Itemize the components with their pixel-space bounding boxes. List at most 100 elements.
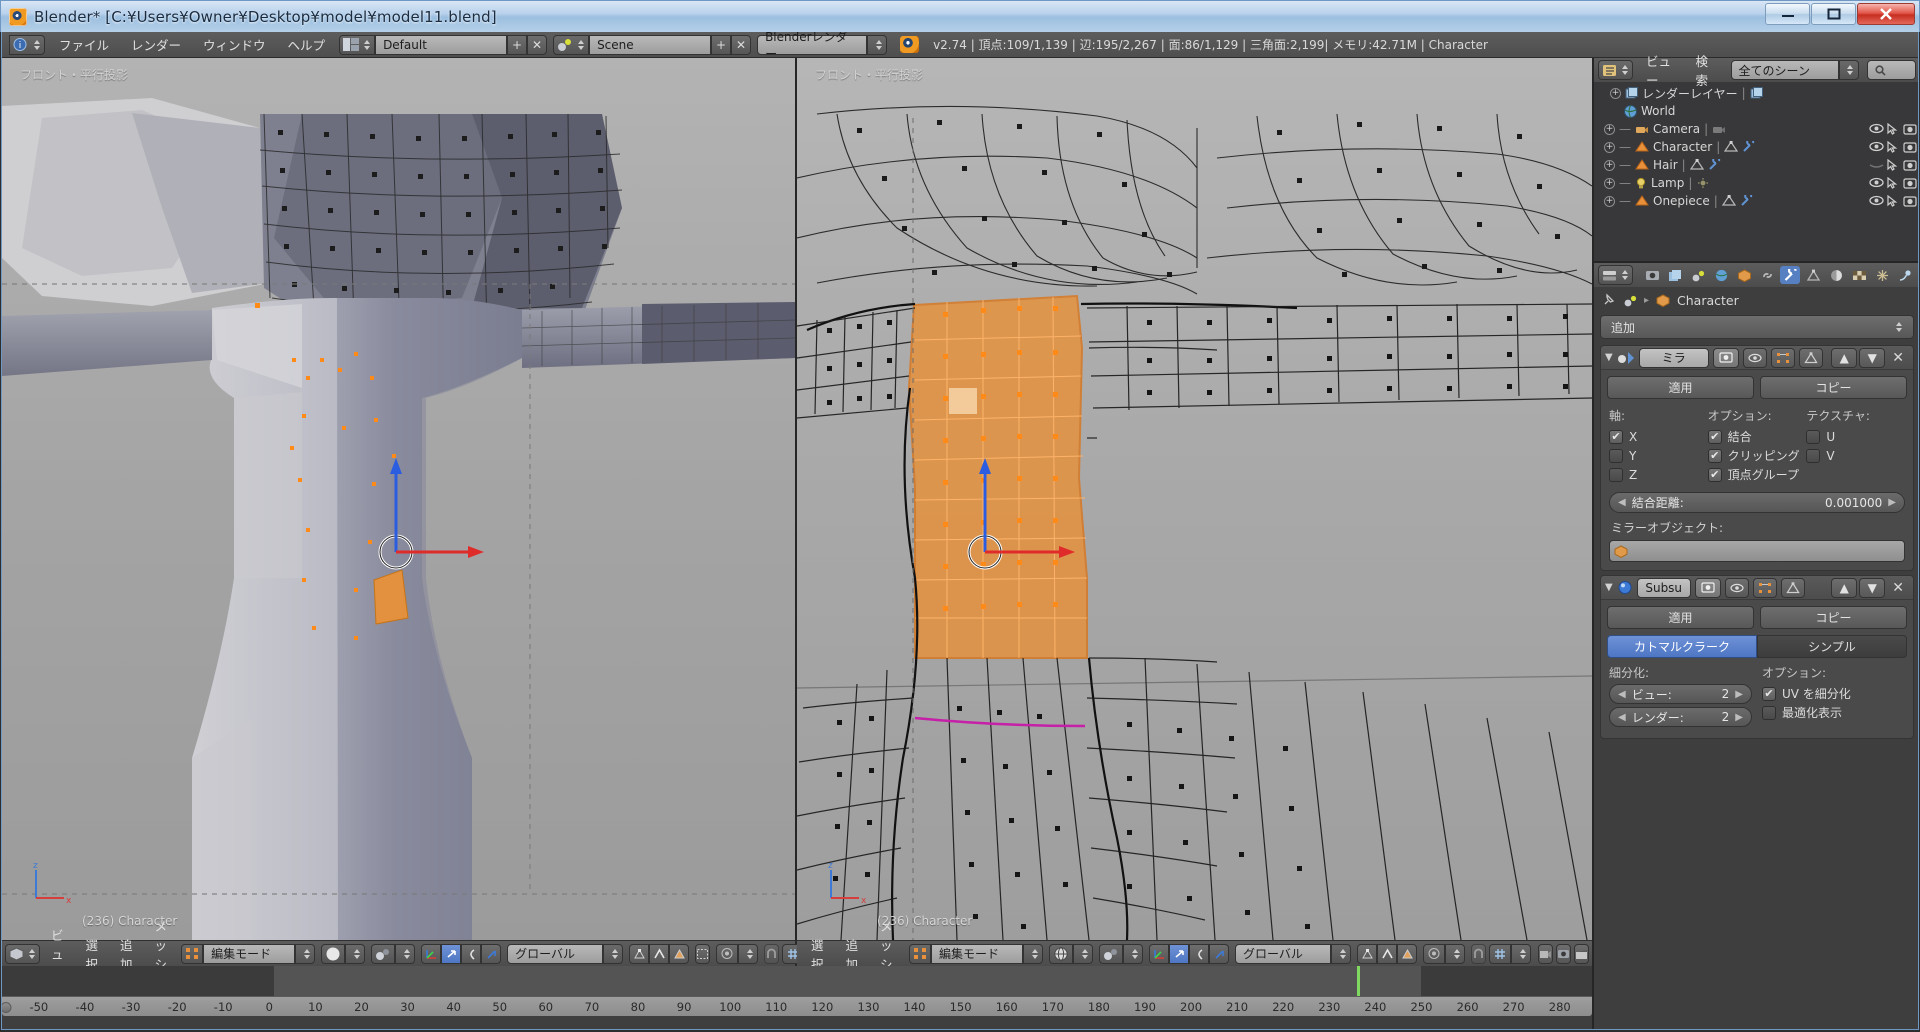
vp-left-mode-field[interactable]: 編集モード [203,943,296,964]
outliner-row-lamp[interactable]: + — Lamp | [1594,174,1918,192]
subsurf-editmode-toggle-icon[interactable] [1752,577,1777,598]
manipulator-toggle-icon[interactable] [421,943,442,964]
vp-left-proportional-group[interactable] [716,943,759,964]
mirror-texture-u[interactable]: U [1806,427,1905,446]
vp-left-orientation-chevron[interactable] [603,943,624,964]
mirror-copy-button[interactable]: コピー [1760,376,1907,399]
timeline-scrollbar-knob[interactable] [2,1002,12,1013]
timeline-playhead[interactable] [1356,966,1360,996]
checkbox-icon[interactable]: ✔ [1609,429,1623,444]
vp-right-mode-chevron[interactable] [1023,943,1043,964]
menu-file[interactable]: ファイル [48,33,120,56]
checkbox-icon[interactable] [1609,448,1623,463]
vp-left-shading-chevron[interactable] [345,943,366,964]
mirror-apply-button[interactable]: 適用 [1607,376,1754,399]
outliner-row-camera[interactable]: + — Camera | [1594,120,1918,138]
outliner-display-mode-field[interactable]: 全てのシーン [1730,60,1839,80]
subsurf-delete-icon[interactable]: ✕ [1887,580,1909,596]
checkbox-icon[interactable] [1762,705,1776,720]
proportional-edit-icon[interactable] [716,943,739,964]
mirror-move-up-button[interactable]: ▲ [1831,347,1858,368]
wireframe-shading-icon[interactable] [1049,943,1073,964]
add-modifier-dropdown[interactable]: 追加 [1600,315,1914,339]
pivot-icon[interactable] [371,943,396,964]
mirror-render-toggle-icon[interactable] [1712,347,1739,368]
tab-object-data[interactable] [1803,266,1823,284]
decrement-arrow-icon[interactable]: ◀ [1618,497,1626,508]
tab-material[interactable] [1826,266,1846,284]
rotate-manipulator-icon[interactable] [461,943,482,964]
renderability-camera-icon[interactable] [1903,141,1918,153]
proportional-edit-icon-right[interactable] [1423,943,1445,964]
add-screen-layout-button[interactable]: + [507,34,528,55]
visibility-eye-icon[interactable] [1869,159,1886,171]
editor-type-3dview-icon-left[interactable] [5,943,40,964]
checkbox-icon[interactable]: ✔ [1762,686,1776,701]
decrement-arrow-icon[interactable]: ◀ [1618,689,1626,700]
mirror-option-vertexgroup[interactable]: ✔ 頂点グループ [1707,465,1807,484]
outliner-editor-type-icon[interactable] [1598,60,1633,80]
renderability-camera-icon[interactable] [1903,195,1918,207]
checkbox-icon[interactable] [1806,429,1821,444]
scale-manipulator-icon-right[interactable] [1209,943,1229,964]
editor-type-selector[interactable]: i [9,34,45,55]
visibility-eye-icon[interactable] [1869,195,1886,207]
close-button[interactable] [1857,3,1915,25]
delete-screen-layout-button[interactable]: ✕ [527,34,548,55]
translate-manipulator-icon[interactable] [441,943,462,964]
outliner-row-world[interactable]: World [1594,102,1918,120]
visibility-eye-icon[interactable] [1869,177,1886,189]
scene-icon[interactable] [553,34,590,55]
scene-field[interactable]: Scene [589,34,712,55]
vp-right-proportional-group[interactable] [1423,943,1465,964]
outliner-row-hair[interactable]: + — Hair | [1594,156,1918,174]
increment-arrow-icon[interactable]: ▶ [1735,689,1743,700]
mirror-oncage-toggle-icon[interactable] [1798,347,1823,368]
edge-select-mode-icon[interactable] [649,943,670,964]
mirror-viewport-toggle-icon[interactable] [1742,347,1767,368]
subsurf-oncage-toggle-icon[interactable] [1780,577,1805,598]
vp-left-proportional-chevron[interactable] [738,943,759,964]
vp-right-manipulator-group[interactable] [1149,943,1229,964]
properties-editor-type-icon[interactable] [1598,265,1633,285]
edge-select-mode-icon-right[interactable] [1377,943,1397,964]
render-engine-chevron[interactable] [867,34,888,55]
outliner-search-input[interactable] [1866,60,1916,80]
vp-right-orientation-chevron[interactable] [1331,943,1351,964]
subsurf-simple-button[interactable]: シンプル [1757,635,1907,658]
snap-magnet-icon-right[interactable] [1471,943,1486,964]
mirror-delete-icon[interactable]: ✕ [1887,350,1909,366]
minimize-button[interactable] [1765,3,1810,25]
outliner-row-onepiece[interactable]: + — Onepiece | [1594,192,1918,210]
mirror-axis-y[interactable]: Y [1609,446,1708,465]
selectability-cursor-icon[interactable] [1886,123,1903,135]
renderability-camera-icon[interactable] [1903,159,1918,171]
visibility-eye-icon[interactable] [1869,141,1886,153]
mirror-axis-x[interactable]: ✔ X [1609,427,1708,446]
vp-left-shading-group[interactable] [321,943,366,964]
face-select-mode-icon-right[interactable] [1397,943,1417,964]
viewport-splitter[interactable] [795,58,797,940]
subsurf-view-field[interactable]: ◀ ビュー: 2 ▶ [1609,684,1752,704]
timeline-frame-band[interactable] [2,966,1592,996]
mirror-editmode-toggle-icon[interactable] [1770,347,1795,368]
tab-render[interactable] [1642,266,1662,284]
subsurf-viewport-toggle-icon[interactable] [1724,577,1749,598]
face-select-mode-icon[interactable] [669,943,690,964]
edit-mode-icon-right[interactable] [909,943,931,964]
viewport-right-3d[interactable]: フロント・平行投影 (236) Character z x [797,58,1592,940]
vp-right-pivot-chevron[interactable] [1123,943,1143,964]
vp-left-orientation-field[interactable]: グローバル [507,943,604,964]
tab-render-layers[interactable] [1665,266,1685,284]
vp-right-snap-chevron[interactable] [1511,943,1531,964]
expand-icon[interactable]: + [1604,123,1615,135]
vp-left-manipulator-group[interactable] [421,943,502,964]
renderability-camera-icon[interactable] [1903,177,1918,189]
renderability-camera-icon[interactable] [1903,123,1918,135]
render-engine-field[interactable]: Blenderレンダー [757,32,868,61]
collapse-triangle-icon[interactable]: ▼ [1605,352,1613,363]
selectability-cursor-icon[interactable] [1886,141,1903,153]
pivot-icon-right[interactable] [1099,943,1123,964]
menu-window[interactable]: ウィンドウ [192,33,277,56]
subsurf-subdivide-uvs[interactable]: ✔ UV を細分化 [1762,684,1905,703]
